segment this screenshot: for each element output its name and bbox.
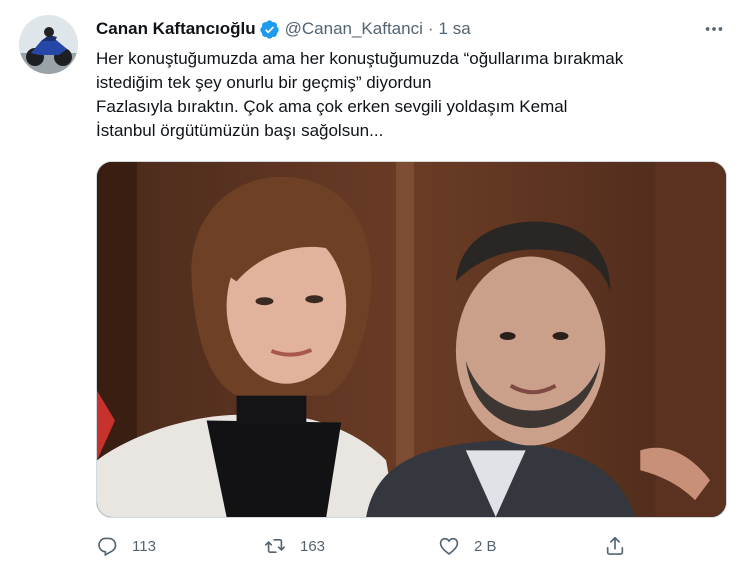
more-options-button[interactable] bbox=[703, 18, 725, 40]
tweet-text-line: Fazlasıyla bıraktın. Çok ama çok erken s… bbox=[96, 97, 568, 116]
reply-icon bbox=[98, 537, 117, 557]
photo-image bbox=[97, 162, 726, 517]
like-button[interactable]: 2 B bbox=[438, 531, 497, 561]
timestamp[interactable]: 1 sa bbox=[439, 19, 471, 39]
more-dots-icon bbox=[705, 27, 723, 31]
tweet-text-line: Her konuştuğumuzda ama her konuştuğumuzd… bbox=[96, 49, 624, 68]
avatar-image bbox=[19, 15, 78, 74]
like-count: 2 B bbox=[474, 537, 497, 555]
verified-badge-icon bbox=[259, 19, 280, 40]
share-icon bbox=[606, 536, 624, 555]
reply-count: 113 bbox=[132, 537, 156, 555]
tweet-text-line: istediğim tek şey onurlu bir geçmiş” diy… bbox=[96, 73, 432, 92]
retweet-count: 163 bbox=[300, 537, 326, 555]
reply-button[interactable]: 113 bbox=[96, 531, 156, 561]
retweet-button[interactable]: 163 bbox=[264, 531, 325, 561]
separator-dot: · bbox=[427, 19, 434, 38]
avatar[interactable] bbox=[19, 15, 78, 74]
retweet-icon bbox=[265, 538, 285, 554]
handle[interactable]: @Canan_Kaftanci bbox=[285, 19, 423, 39]
tweet-photo[interactable] bbox=[96, 161, 727, 518]
display-name[interactable]: Canan Kaftancıoğlu bbox=[96, 19, 256, 39]
heart-icon bbox=[439, 537, 459, 555]
tweet-header: Canan Kaftancıoğlu @Canan_Kaftanci · 1 s… bbox=[96, 17, 471, 41]
tweet-text: Her konuştuğumuzda ama her konuştuğumuzd… bbox=[96, 47, 716, 143]
action-bar: 113 163 2 B bbox=[96, 531, 636, 561]
tweet-text-line: İstanbul örgütümüzün başı sağolsun... bbox=[96, 121, 384, 140]
tweet[interactable]: Canan Kaftancıoğlu @Canan_Kaftanci · 1 s… bbox=[0, 0, 743, 568]
share-button[interactable] bbox=[604, 531, 626, 561]
